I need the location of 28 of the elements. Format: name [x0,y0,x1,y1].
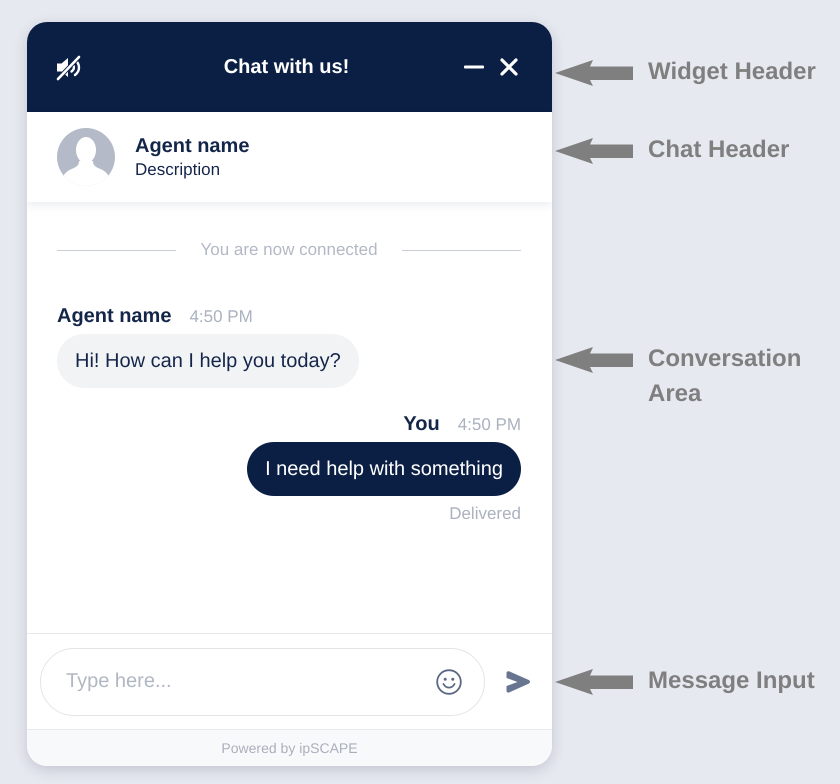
speaker-muted-icon [55,54,82,80]
smiley-icon [436,668,462,694]
sender-name: Agent name [57,304,172,328]
emoji-button[interactable] [436,668,462,694]
mute-button[interactable] [55,54,82,80]
delivery-status: Delivered [449,504,521,524]
avatar-icon [57,128,115,186]
minimize-icon [464,65,484,69]
agent-description: Description [135,158,222,180]
powered-by-text: Powered by ipSCAPE [221,739,358,757]
annotation-label: Message Input [648,666,815,696]
widget-title: Chat with us! [224,55,350,80]
received-message-bubble: Hi! How can I help you today? [57,334,359,388]
annotation-label: Widget Header [648,57,816,87]
message-time: 4:50 PM [189,306,253,328]
agent-name: Agent name [135,134,250,158]
close-button[interactable] [500,58,518,76]
send-button[interactable] [505,670,531,694]
annotation-label: Conversation Area [648,344,802,409]
sent-message-bubble: I need help with something [247,442,521,496]
minimize-button[interactable] [464,65,484,69]
message-input-field[interactable]: Type here... [40,648,485,716]
sender-name: You [403,412,440,436]
message-time: 4:50 PM [458,414,521,436]
connection-notice: You are now connected [200,239,378,261]
close-icon [500,58,518,76]
send-icon [505,670,531,694]
annotation-label: Chat Header [648,135,790,165]
